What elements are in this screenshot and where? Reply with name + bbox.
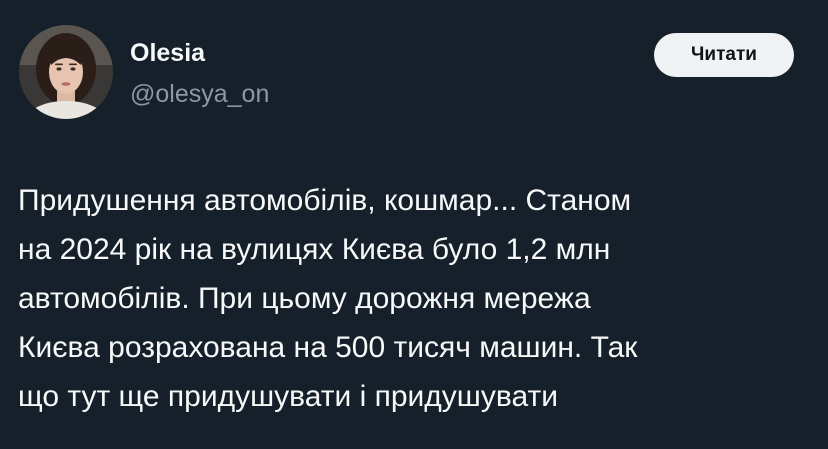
tweet-text-line: Києва розрахована на 500 тисяч машин. Та… bbox=[18, 331, 638, 364]
tweet-text-line: Придушення автомобілів, кошмар... Станом bbox=[18, 184, 632, 217]
tweet-text-line: на 2024 рік на вулицях Києва було 1,2 мл… bbox=[18, 233, 611, 266]
tweet-text: Придушення автомобілів, кошмар... Станом… bbox=[18, 176, 813, 421]
author-handle[interactable]: @olesya_on bbox=[130, 79, 269, 109]
follow-button[interactable]: Читати bbox=[654, 33, 794, 77]
avatar[interactable] bbox=[19, 25, 113, 119]
avatar-photo-icon bbox=[19, 25, 113, 119]
author-display-name[interactable]: Olesia bbox=[130, 38, 205, 68]
tweet-text-line: що тут ще придушувати і придушувати bbox=[18, 380, 558, 413]
tweet-card: Olesia @olesya_on Читати Придушення авто… bbox=[0, 0, 828, 449]
tweet-text-line: автомобілів. При цьому дорожня мережа bbox=[18, 282, 591, 315]
